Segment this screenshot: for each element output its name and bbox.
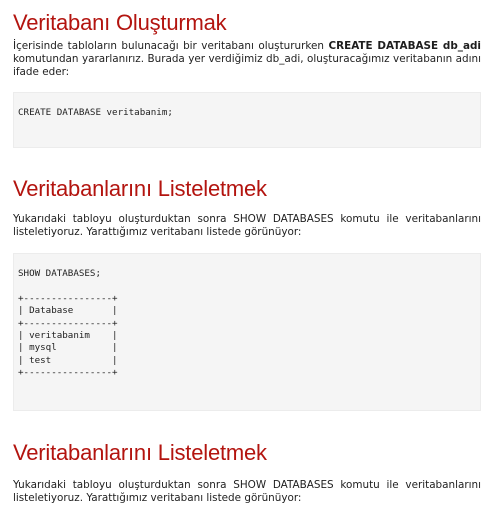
paragraph-text-end: komutundan yararlanırız. Burada yer verd…: [13, 53, 481, 78]
paragraph-text-start: İçerisinde tabloların bulunacağı bir ver…: [13, 40, 329, 52]
section-paragraph-list-databases: Yukarıdaki tabloyu oluşturduktan sonra S…: [13, 213, 481, 238]
section-paragraph-create-database: İçerisinde tabloların bulunacağı bir ver…: [13, 40, 481, 79]
section-heading-list-databases: Veritabanlarını Listeletmek: [13, 176, 267, 201]
section-paragraph-list-databases-repeat: Yukarıdaki tabloyu oluşturduktan sonra S…: [13, 479, 481, 504]
section-heading-create-database: Veritabanı Oluşturmak: [13, 10, 227, 35]
section-heading-list-databases-repeat: Veritabanlarını Listeletmek: [13, 440, 267, 465]
code-block-create-database: CREATE DATABASE veritabanim;: [13, 92, 481, 148]
code-block-show-databases: SHOW DATABASES; +----------------+ | Dat…: [13, 253, 481, 411]
paragraph-command-bold: CREATE DATABASE db_adi: [328, 40, 481, 52]
